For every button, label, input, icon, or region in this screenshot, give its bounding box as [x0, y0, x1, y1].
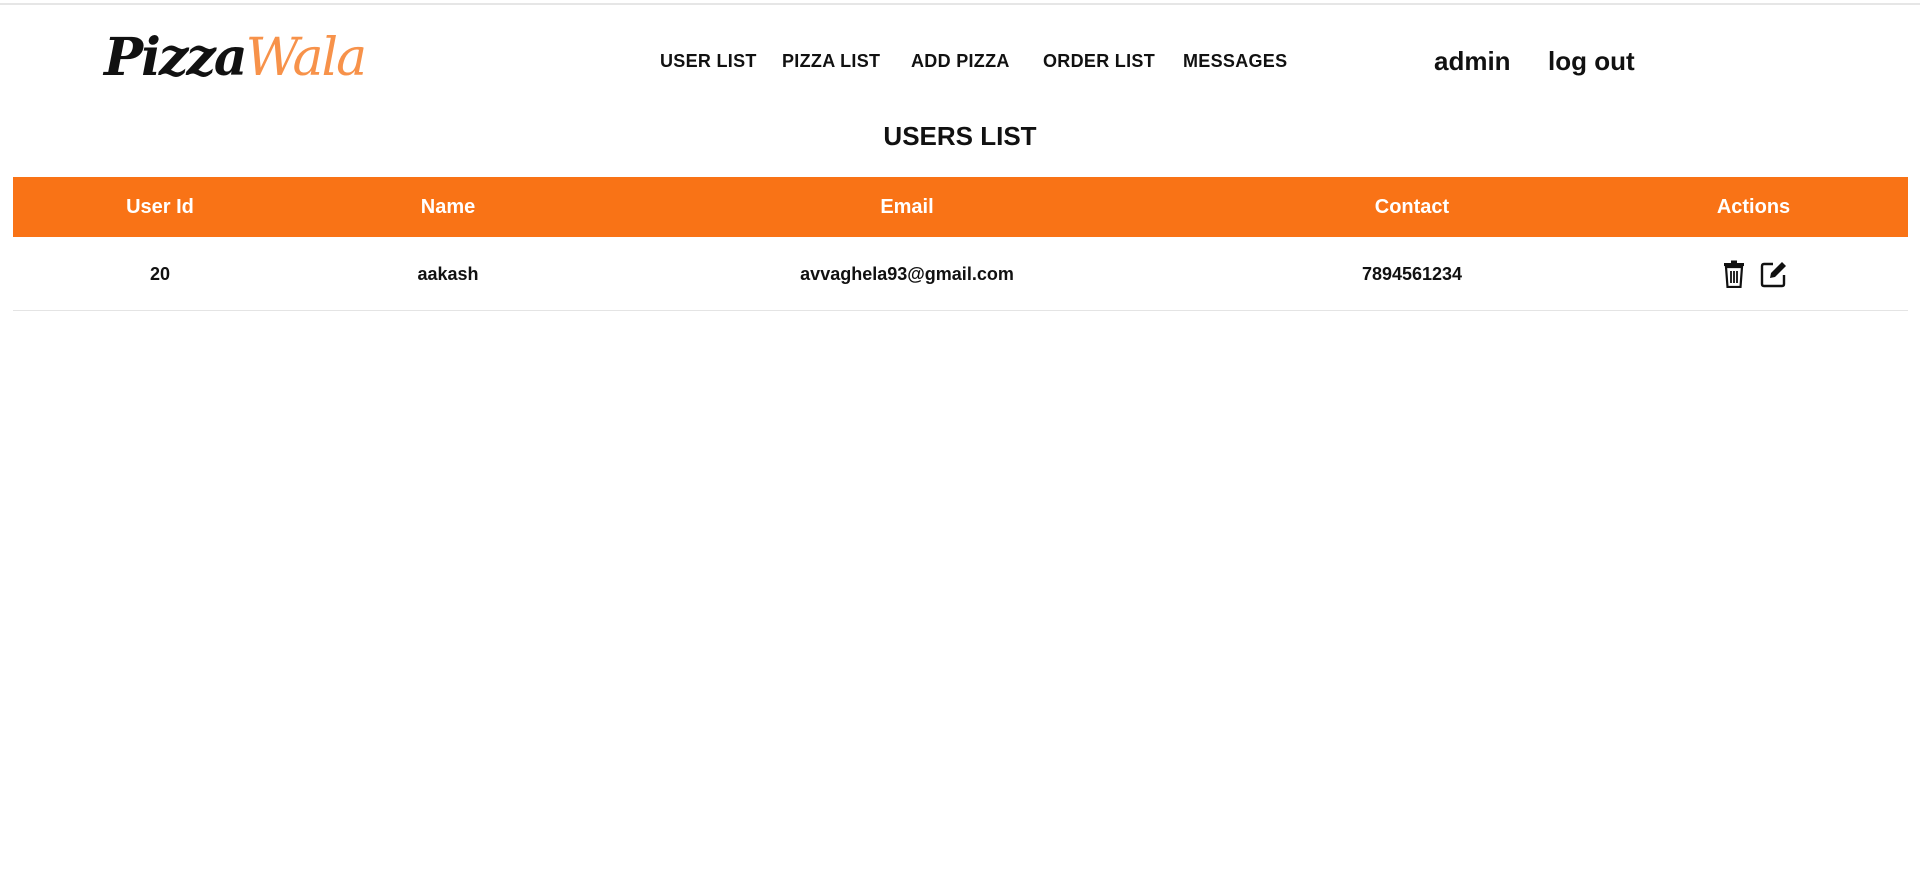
cell-actions — [1599, 237, 1908, 310]
column-header-user-id: User Id — [126, 196, 194, 218]
edit-icon[interactable] — [1760, 260, 1788, 288]
row-actions — [1599, 237, 1908, 311]
trash-icon[interactable] — [1720, 260, 1748, 288]
nav-order-list[interactable]: ORDER LIST — [1043, 48, 1155, 74]
logo-text-pizza: Pizza — [104, 27, 248, 88]
nav-add-pizza[interactable]: ADD PIZZA — [911, 48, 1010, 74]
column-header-email: Email — [880, 196, 934, 218]
table-row: 20 aakash avvaghela93@gmail.com 78945612… — [13, 237, 1908, 311]
nav-user-list[interactable]: USER LIST — [660, 48, 757, 74]
cell-email: avvaghela93@gmail.com — [800, 264, 1014, 284]
column-header-name: Name — [420, 196, 476, 218]
brand-logo[interactable]: PizzaWala — [104, 26, 368, 90]
nav-pizza-list[interactable]: PIZZA LIST — [782, 48, 880, 74]
column-header-contact: Contact — [1374, 196, 1450, 218]
nav-messages[interactable]: MESSAGES — [1183, 48, 1287, 74]
cell-contact: 7894561234 — [1361, 264, 1463, 284]
site-header: PizzaWala USER LIST PIZZA LIST ADD PIZZA… — [0, 0, 1920, 110]
logo-text-wala: Wala — [245, 28, 368, 88]
table-header: User Id Name Email Contact Actions — [13, 177, 1908, 237]
users-table: User Id Name Email Contact Actions 20 aa… — [13, 177, 1908, 311]
page-title: USERS LIST — [883, 121, 1037, 151]
logout-link[interactable]: log out — [1548, 44, 1635, 78]
admin-link[interactable]: admin — [1434, 44, 1511, 78]
column-header-actions: Actions — [1716, 196, 1791, 218]
cell-user-id: 20 — [149, 264, 171, 284]
cell-name: aakash — [417, 264, 479, 284]
